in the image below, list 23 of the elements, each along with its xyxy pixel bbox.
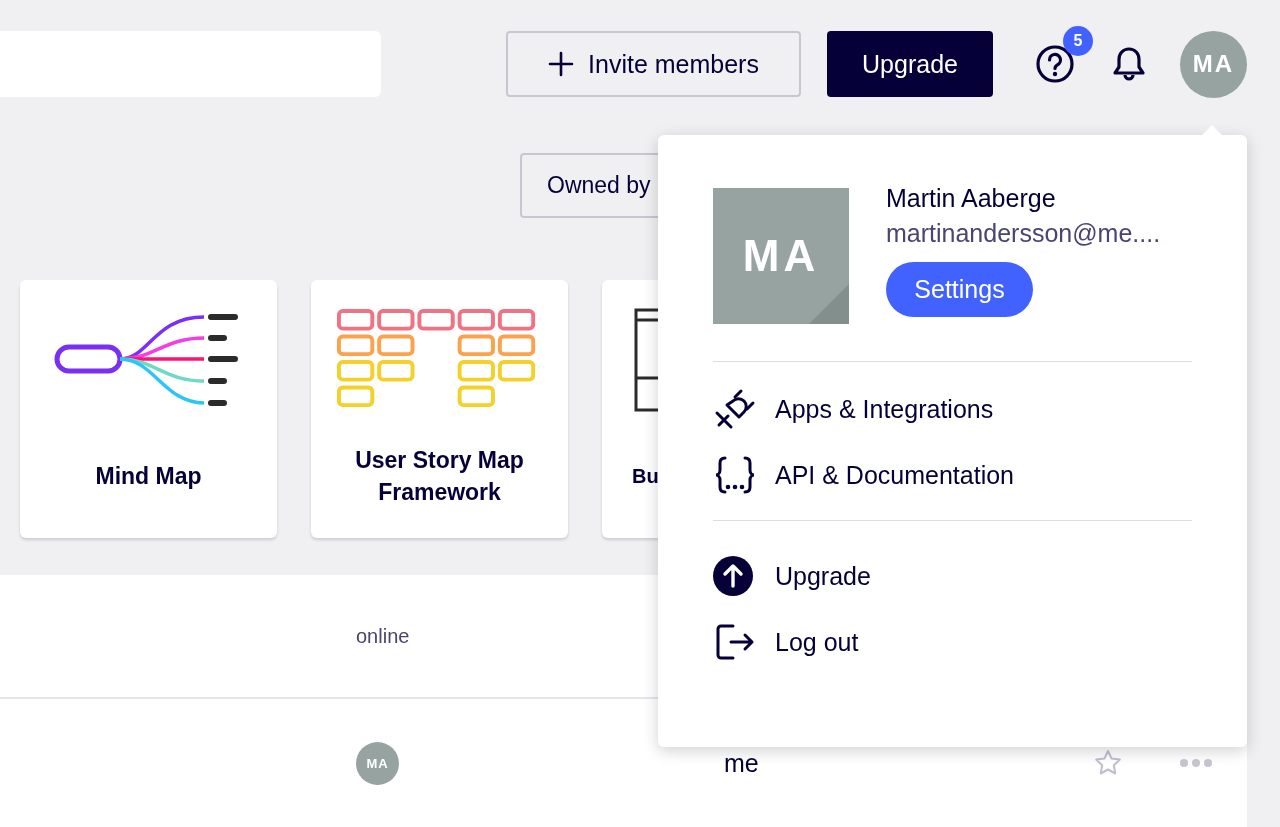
settings-button[interactable]: Settings (886, 262, 1033, 317)
corner-shadow (809, 284, 849, 324)
help-icon[interactable] (1035, 44, 1075, 84)
more-icon[interactable] (1177, 757, 1214, 769)
star-icon[interactable] (1093, 749, 1122, 777)
avatar-initials: MA (742, 231, 820, 281)
user-name: Martin Aaberge (886, 184, 1056, 213)
plus-icon (548, 51, 575, 77)
plug-icon (713, 387, 757, 431)
template-card[interactable]: Bu (602, 280, 658, 538)
invite-members-button[interactable]: Invite members (506, 31, 801, 97)
menu-item[interactable]: Apps & Integrations (713, 387, 1192, 431)
menu-item[interactable]: API & Documentation (713, 453, 1192, 497)
column-header: online (356, 624, 410, 648)
owner-name: me (724, 748, 759, 778)
upgrade-button[interactable]: Upgrade (827, 31, 993, 97)
notification-badge: 5 (1063, 26, 1093, 56)
template-card[interactable]: Mind Map (20, 280, 277, 538)
owner-avatar: MA (356, 741, 399, 785)
menu-item[interactable]: Upgrade (713, 554, 1192, 598)
menu-item[interactable]: Log out (713, 620, 1192, 664)
template-card[interactable]: User Story Map Framework (311, 280, 568, 538)
user-email: martinandersson@me.... (886, 219, 1161, 248)
